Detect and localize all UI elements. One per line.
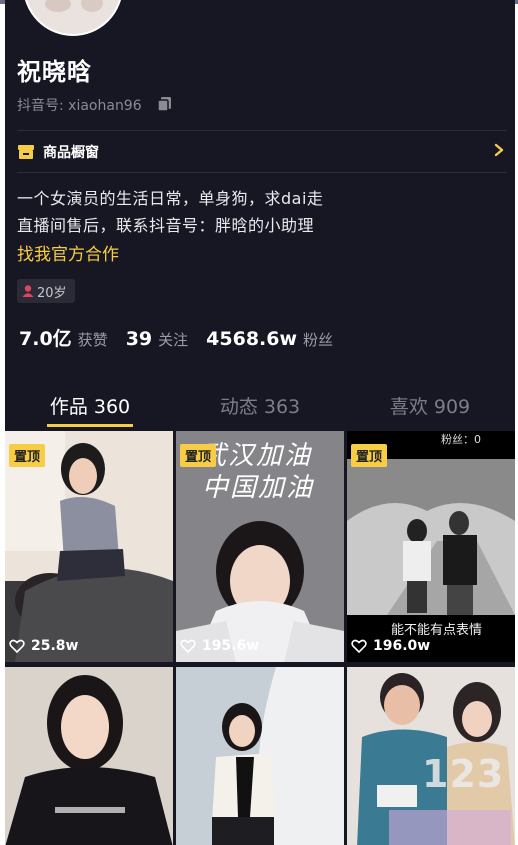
heart-icon (180, 639, 196, 653)
following-label[interactable]: 关注 (158, 329, 188, 350)
tab-activity[interactable]: 动态 363 (175, 392, 345, 419)
followers-label[interactable]: 粉丝 (303, 329, 333, 350)
age-label: 20岁 (37, 285, 67, 301)
bio-line-1: 一个女演员的生活日常，单身狗，求dai走 (17, 189, 324, 208)
video-likes-count: 196.0w (373, 638, 431, 654)
copy-icon[interactable] (157, 96, 173, 112)
profile-name: 祝晓晗 (17, 58, 92, 86)
content-tabs: 作品 360 动态 363 喜欢 909 (5, 384, 515, 428)
video-thumbnail[interactable] (176, 667, 344, 845)
pinned-badge: 置顶 (180, 444, 217, 467)
video-likes: 195.6w (180, 638, 259, 654)
video-likes: 25.8w (9, 638, 78, 654)
watermark-logo: 123 (422, 748, 508, 812)
chevron-right-icon (494, 143, 504, 157)
video-thumbnail[interactable]: 武汉加油 中国加油 置顶 195.6w (176, 431, 344, 662)
tab-likes[interactable]: 喜欢 909 (345, 392, 515, 419)
heart-icon (9, 639, 25, 653)
video-frame-5 (176, 667, 344, 845)
likes-label: 获赞 (77, 331, 108, 349)
watermark-text: 123 (422, 752, 505, 796)
pinned-badge: 置顶 (351, 444, 388, 467)
stats-row: 7.0亿 获赞 39 关注 4568.6w 粉丝 (19, 324, 351, 351)
video-likes-count: 195.6w (202, 638, 260, 654)
avatar-hand-right (81, 0, 103, 12)
video-frame-4 (5, 667, 173, 845)
douyin-id: 抖音号: xiaohan96 (17, 98, 142, 114)
video-thumbnail[interactable] (5, 667, 173, 845)
overlay-text: 粉丝：0 (441, 433, 481, 446)
heart-icon (351, 639, 367, 653)
tab-works[interactable]: 作品 360 (5, 392, 175, 419)
watermark-block (389, 810, 511, 845)
shop-icon (18, 145, 34, 159)
bio-line-2: 直播间售后，联系抖音号：胖晗的小助理 (17, 216, 315, 235)
pinned-badge: 置顶 (9, 444, 46, 467)
divider (17, 130, 507, 131)
female-icon (22, 285, 34, 297)
video-thumbnail[interactable]: 粉丝：0 置顶 能不能有点表情 196.0w (347, 431, 515, 662)
avatar-hand-left (45, 0, 71, 12)
age-tag: 20岁 (17, 279, 75, 303)
followers-count[interactable]: 4568.6w (206, 328, 297, 350)
overlay-text: 中国加油 (202, 473, 315, 503)
profile-page: 祝晓晗 抖音号: xiaohan96 商品橱窗 一个女演员的生活日常，单身狗，求… (5, 0, 515, 845)
following-count[interactable]: 39 (126, 328, 152, 350)
video-caption: 能不能有点表情 (391, 623, 483, 638)
shop-window-row[interactable]: 商品橱窗 (17, 140, 507, 164)
likes-count: 7.0亿 (19, 328, 72, 350)
tab-indicator (47, 424, 133, 427)
cooperation-link[interactable]: 找我官方合作 (17, 240, 119, 265)
video-thumbnail[interactable]: 置顶 25.8w (5, 431, 173, 662)
divider (17, 172, 507, 173)
video-likes: 196.0w (351, 638, 430, 654)
avatar[interactable] (23, 0, 123, 36)
video-likes-count: 25.8w (31, 638, 79, 654)
shop-window-label: 商品橱窗 (43, 145, 99, 161)
